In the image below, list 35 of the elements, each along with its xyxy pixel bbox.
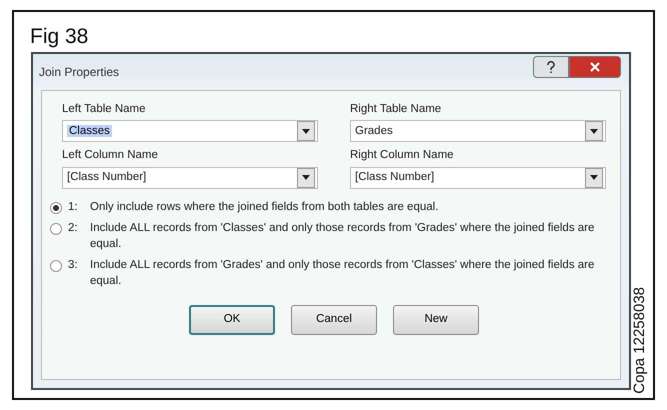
- window-title: Join Properties: [39, 64, 120, 81]
- radio-button[interactable]: [50, 202, 62, 214]
- dropdown-button[interactable]: [585, 168, 603, 188]
- help-icon: [546, 61, 556, 73]
- field-label: Right Table Name: [350, 102, 442, 117]
- dialog-button[interactable]: Cancel: [291, 305, 377, 336]
- close-button[interactable]: [569, 56, 621, 78]
- caret-icon: [302, 175, 310, 180]
- caret-icon: [590, 128, 598, 134]
- combo-box[interactable]: Grades: [350, 120, 606, 142]
- option-text: Include ALL records from 'Grades' and only those records from 'Classes' where the joined fields are equal.: [90, 258, 596, 289]
- caret-icon: [302, 128, 310, 134]
- dialog-button[interactable]: New: [393, 305, 479, 336]
- help-button[interactable]: [533, 56, 569, 78]
- field-label: Left Table Name: [62, 102, 147, 117]
- close-icon: [589, 61, 601, 73]
- combo-box[interactable]: Classes: [62, 120, 318, 142]
- radio-button[interactable]: [50, 260, 62, 272]
- dropdown-button[interactable]: [585, 121, 603, 142]
- combo-box[interactable]: [Class Number]: [350, 166, 606, 188]
- option-text: Only include rows where the joined fields from both tables are equal.: [90, 200, 438, 214]
- figure-code: Copa 12258038: [630, 287, 648, 394]
- field-label: Left Column Name: [62, 148, 159, 164]
- dropdown-button[interactable]: [297, 121, 315, 142]
- figure-caption: Fig 38: [30, 26, 88, 47]
- option-text: Include ALL records from 'Classes' and only those records from 'Grades' where the joined fields are equal.: [90, 221, 596, 252]
- option-number: 3:: [68, 258, 79, 274]
- option-number: 1:: [68, 200, 79, 214]
- radio-button[interactable]: [50, 223, 62, 236]
- dialog-button[interactable]: OK: [189, 305, 275, 336]
- field-label: Right Column Name: [350, 148, 455, 164]
- combo-box[interactable]: [Class Number]: [62, 166, 318, 188]
- option-number: 2:: [68, 221, 79, 236]
- caret-icon: [590, 175, 598, 180]
- dropdown-button[interactable]: [297, 168, 315, 188]
